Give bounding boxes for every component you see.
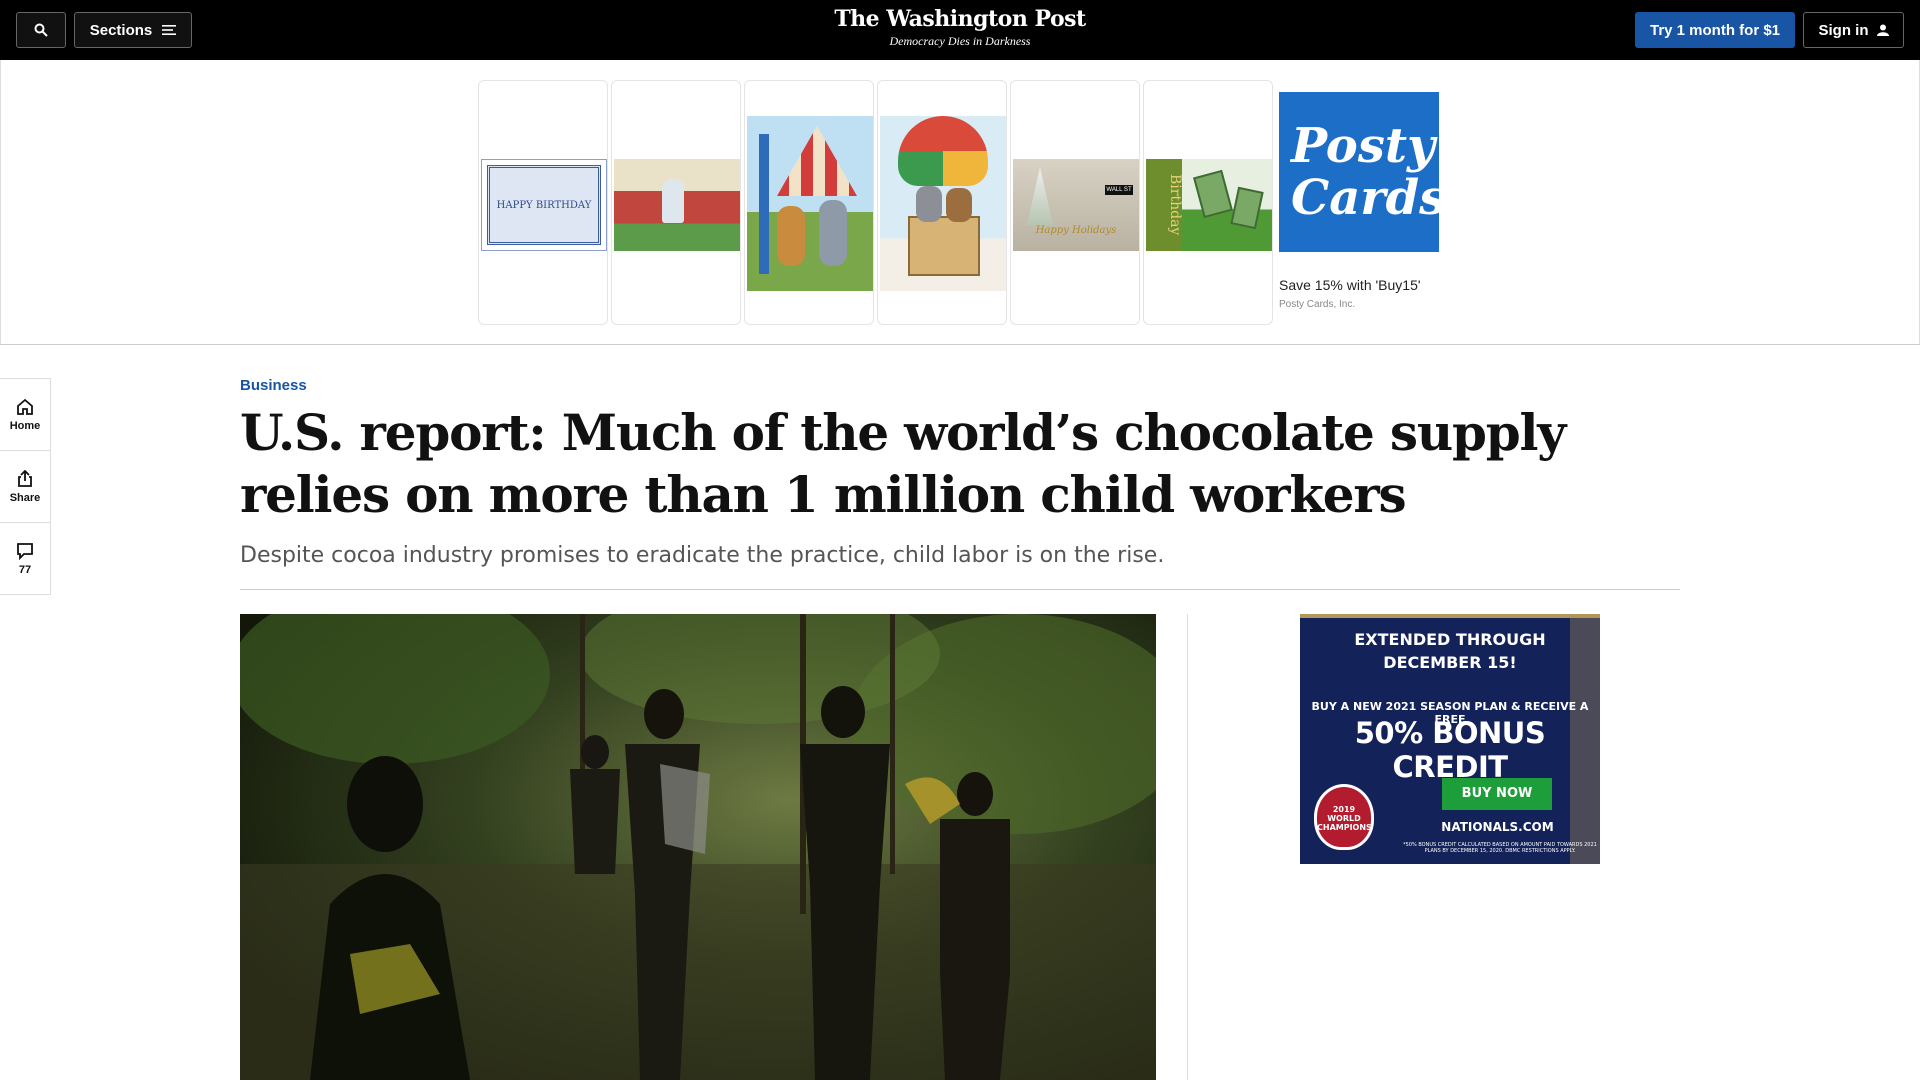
comments-button[interactable]: 77	[0, 523, 50, 595]
world-champions-badge: 2019 WORLD CHAMPIONS	[1314, 784, 1374, 850]
posty-cards-advertiser: Posty Cards, Inc.	[1279, 299, 1356, 310]
sign-in-button[interactable]: Sign in	[1803, 12, 1904, 48]
card-image	[614, 159, 740, 251]
subscribe-button[interactable]: Try 1 month for $1	[1635, 12, 1795, 48]
sign-in-label: Sign in	[1818, 21, 1869, 39]
posty-logo-line2: Cards	[1291, 170, 1447, 226]
posty-cards-offer[interactable]: Save 15% with 'Buy15'	[1279, 277, 1421, 293]
card-text: HAPPY BIRTHDAY	[487, 165, 601, 245]
share-button[interactable]: Share	[0, 451, 50, 523]
article-share-rail: Home Share 77	[0, 378, 51, 595]
comment-icon	[17, 543, 33, 560]
ad-card-balloon[interactable]	[877, 80, 1007, 325]
user-icon	[1876, 24, 1889, 36]
ad-card-birthday[interactable]: HAPPY BIRTHDAY	[478, 80, 608, 325]
photo-children-in-cocoa-farm	[240, 614, 1156, 1080]
search-button[interactable]	[16, 12, 66, 48]
ad-card-race[interactable]	[611, 80, 741, 325]
ad-url: NATIONALS.COM	[1441, 820, 1554, 834]
sections-label: Sections	[89, 21, 153, 39]
column-divider	[1187, 614, 1188, 1080]
share-label: Share	[9, 491, 41, 504]
card-image	[880, 116, 1006, 291]
ad-fine-print: *50% BONUS CREDIT CALCULATED BASED ON AM…	[1403, 842, 1597, 854]
article-headline: U.S. report: Much of the world’s chocola…	[240, 403, 1566, 524]
masthead[interactable]: The Washington Post Democracy Dies in Da…	[760, 4, 1160, 48]
nationals-ad[interactable]: EXTENDED THROUGH DECEMBER 15! BUY A NEW …	[1300, 614, 1600, 864]
ad-card-money[interactable]: Birthday	[1143, 80, 1273, 325]
home-label: Home	[9, 419, 41, 432]
card-image: Birthday	[1146, 159, 1272, 251]
posty-logo-line1: Posty	[1291, 118, 1435, 174]
card-image	[747, 116, 873, 291]
ad-bonus-text: 50% BONUS CREDIT	[1354, 716, 1546, 784]
sections-button[interactable]: Sections	[74, 12, 192, 48]
ad-card-holidays[interactable]: WALL ST Happy Holidays	[1010, 80, 1140, 325]
card-image: HAPPY BIRTHDAY	[481, 159, 607, 251]
ad-card-circus[interactable]	[744, 80, 874, 325]
hamburger-icon	[162, 25, 177, 35]
section-kicker[interactable]: Business	[240, 377, 307, 394]
home-button[interactable]: Home	[0, 379, 50, 451]
comments-count: 77	[18, 564, 32, 576]
buy-now-button[interactable]: BUY NOW	[1442, 778, 1552, 810]
tagline: Democracy Dies in Darkness	[889, 34, 1031, 48]
top-ad-banner: HAPPY BIRTHDAY WALL ST Happy Holidays Bi…	[0, 60, 1920, 345]
share-icon	[18, 469, 32, 487]
posty-cards-logo[interactable]: Posty Cards	[1279, 92, 1447, 252]
site-logo[interactable]: The Washington Post	[760, 4, 1160, 34]
top-nav: Sections The Washington Post Democracy D…	[0, 0, 1920, 60]
home-icon	[17, 398, 33, 415]
card-image: WALL ST Happy Holidays	[1013, 159, 1139, 251]
lead-photo[interactable]	[240, 614, 1156, 1080]
header-divider	[240, 589, 1680, 590]
search-icon	[34, 23, 48, 37]
ad-headline: EXTENDED THROUGH DECEMBER 15!	[1354, 630, 1546, 672]
article-subheadline: Despite cocoa industry promises to eradi…	[240, 543, 1165, 568]
